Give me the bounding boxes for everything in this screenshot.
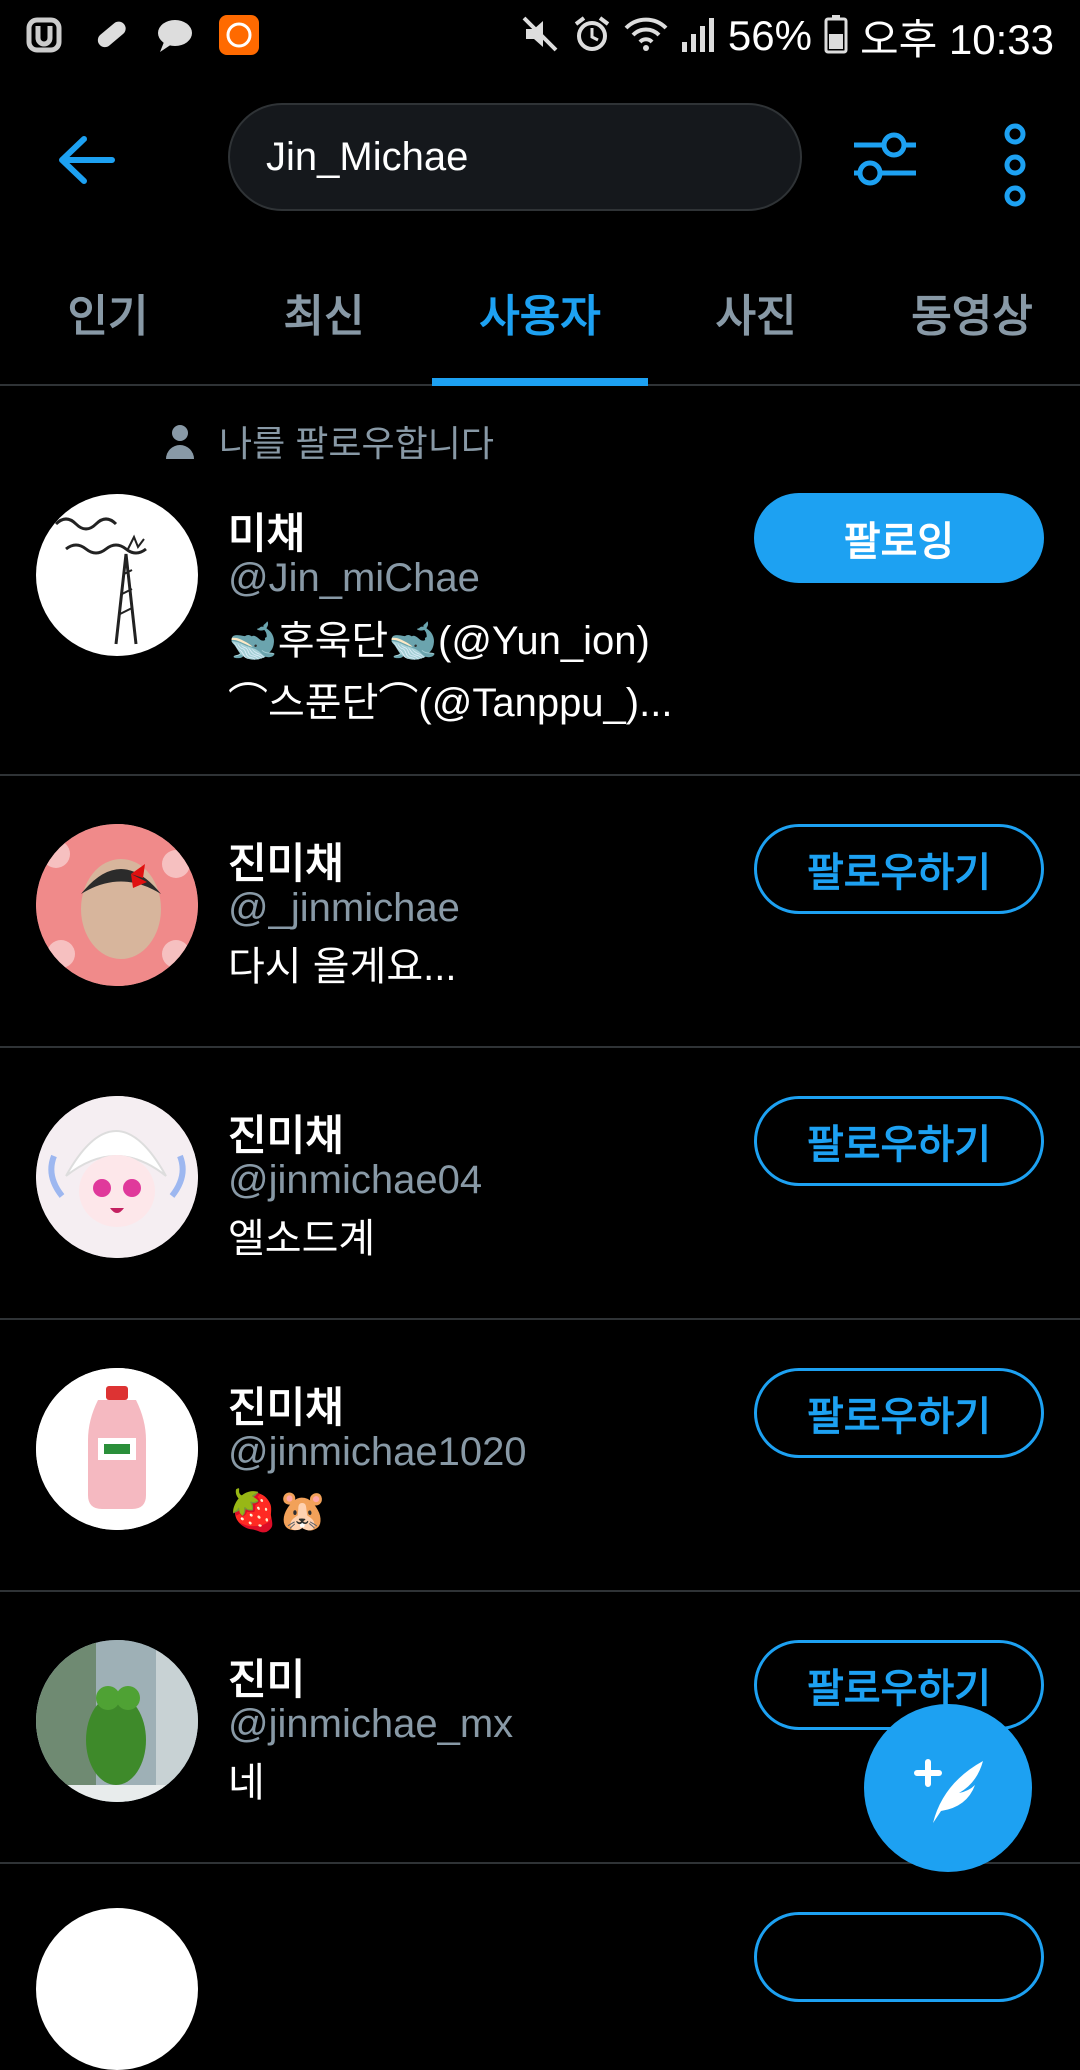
user-row[interactable]: 진미채 @_jinmichae 다시 올게요... 팔로우하기	[0, 774, 1080, 1048]
user-bio: 🐋후욱단🐋(@Yun_ion) ⌒스푼단⌒(@Tanppu_)...	[228, 610, 672, 734]
avatar[interactable]	[36, 824, 198, 986]
display-name: 진미	[228, 1656, 306, 1703]
display-name: 진미채	[228, 840, 344, 887]
user-handle: @Jin_miChae	[228, 556, 480, 600]
tab-people[interactable]: 사용자	[432, 240, 648, 386]
display-name: 진미채	[228, 1112, 344, 1159]
user-handle: @jinmichae04	[228, 1158, 483, 1202]
follows-you-context: 나를 팔로우합니다	[165, 415, 494, 467]
follow-button[interactable]: 팔로우하기	[754, 1368, 1044, 1458]
u-plus-icon	[26, 14, 68, 56]
avatar[interactable]	[36, 1640, 198, 1802]
user-bio: 엘소드계	[228, 1217, 376, 1261]
avatar[interactable]	[36, 1096, 198, 1258]
user-handle: @_jinmichae	[228, 886, 460, 930]
user-row[interactable]: 진미채 @jinmichae1020 🍓🐹 팔로우하기	[0, 1318, 1080, 1592]
user-handle: @jinmichae1020	[228, 1430, 527, 1474]
wifi-icon	[624, 14, 668, 59]
user-row[interactable]: 나를 팔로우합니다 미채 @Jin_miChae 🐋후욱단🐋(@Yun_ion)…	[0, 384, 1080, 776]
follow-button[interactable]: 팔로우하기	[754, 824, 1044, 914]
bio-line: 🐋후욱단🐋(@Yun_ion)	[228, 619, 650, 663]
compose-tweet-button[interactable]	[864, 1704, 1032, 1872]
user-handle: @jinmichae_mx	[228, 1702, 514, 1746]
filter-button[interactable]	[850, 123, 920, 193]
signal-icon	[680, 14, 716, 59]
person-icon	[166, 425, 194, 459]
following-button[interactable]: 팔로잉	[754, 493, 1044, 583]
arrow-left-icon	[59, 136, 115, 184]
user-bio: 🍓🐹	[228, 1489, 328, 1533]
avatar[interactable]	[36, 1908, 198, 2070]
battery-icon	[824, 14, 848, 59]
display-name: 진미채	[228, 1384, 344, 1431]
search-header: Jin_Michae	[0, 75, 1080, 235]
feather-plus-icon	[914, 1759, 983, 1823]
follows-you-label: 나를 팔로우합니다	[219, 423, 494, 464]
battery-percent: 56%	[727, 12, 812, 59]
tab-latest[interactable]: 최신	[216, 240, 432, 384]
avatar[interactable]	[36, 1368, 198, 1530]
mi-app-icon	[218, 14, 260, 56]
tab-photos[interactable]: 사진	[648, 240, 864, 384]
display-name: 미채	[228, 510, 306, 557]
more-options-button[interactable]	[995, 120, 1035, 210]
user-row[interactable]: 진미채 @jinmichae04 엘소드계 팔로우하기	[0, 1046, 1080, 1320]
user-bio: 네	[228, 1761, 265, 1805]
mute-icon	[520, 14, 560, 59]
tab-top[interactable]: 인기	[0, 240, 216, 384]
back-button[interactable]	[50, 125, 120, 195]
user-bio: 다시 올게요...	[228, 945, 457, 989]
status-bar: 56% 오후 10:33	[0, 0, 1080, 75]
follow-button[interactable]	[754, 1912, 1044, 2002]
more-vertical-icon	[1004, 123, 1026, 207]
search-tabs: 인기 최신 사용자 사진 동영상	[0, 240, 1080, 386]
clock: 오후 10:33	[859, 15, 1054, 63]
search-input[interactable]: Jin_Michae	[228, 103, 802, 211]
search-query: Jin_Michae	[266, 134, 469, 179]
follow-button[interactable]: 팔로우하기	[754, 1640, 1044, 1730]
tab-videos[interactable]: 동영상	[864, 240, 1080, 384]
pill-icon	[90, 14, 132, 56]
alarm-icon	[572, 14, 612, 59]
chat-bubble-icon	[154, 14, 196, 56]
follow-button[interactable]: 팔로우하기	[754, 1096, 1044, 1186]
sliders-icon	[854, 132, 916, 186]
bio-line: ⌒스푼단⌒(@Tanppu_)...	[228, 681, 673, 725]
avatar[interactable]	[36, 494, 198, 656]
